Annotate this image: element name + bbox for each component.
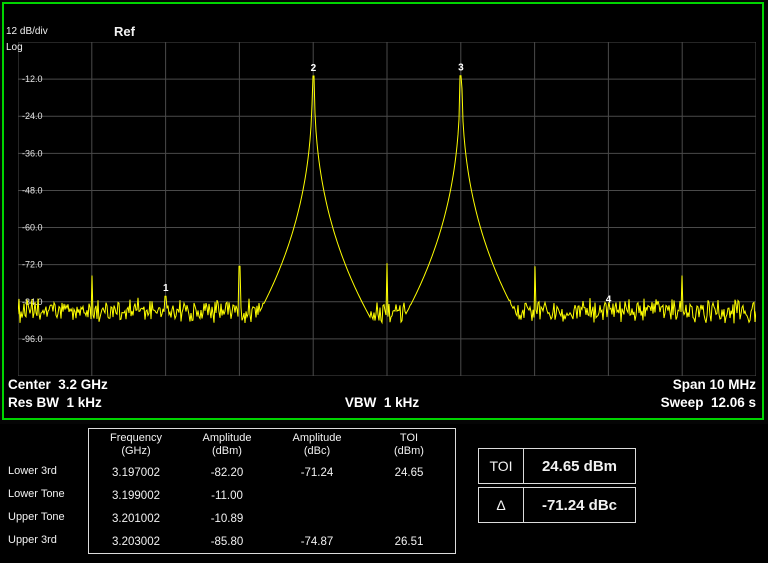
cell-upper-3rd-toi: 26.51 — [363, 530, 455, 553]
col-header-toi-name: TOI — [400, 432, 418, 445]
marker-label-1: 1 — [163, 283, 169, 294]
footer-row-2: Res BW 1 kHz VBW 1 kHz Sweep 12.06 s — [8, 395, 756, 410]
cell-upper-tone-toi — [363, 507, 455, 530]
vbw-label: VBW 1 kHz — [257, 395, 506, 410]
y-axis-tick-label: -36.0 — [22, 148, 43, 158]
cell-lower-3rd-toi: 24.65 — [363, 461, 455, 484]
col-header-amplitude-dbm: Amplitude (dBm) — [183, 429, 271, 461]
cell-lower-tone-toi — [363, 484, 455, 507]
marker-label-2: 2 — [311, 63, 317, 74]
measurement-results: Lower 3rd Lower Tone Upper Tone Upper 3r… — [0, 424, 768, 563]
analyzer-screen: -12.0-24.0-36.0-48.0-60.0-72.0-84.0-96.0… — [0, 0, 768, 563]
plot-area: -12.0-24.0-36.0-48.0-60.0-72.0-84.0-96.0… — [18, 42, 756, 376]
col-header-frequency-name: Frequency — [110, 432, 162, 445]
toi-result-value: 24.65 dBm — [524, 449, 635, 483]
cell-lower-tone-amp-dbm: -11.00 — [183, 484, 271, 507]
cell-lower-tone-freq: 3.199002 — [89, 484, 183, 507]
col-header-amplitude-dbm-name: Amplitude — [203, 432, 252, 445]
scale-label: 12 dB/div — [6, 26, 48, 37]
cell-lower-3rd-amp-dbc: -71.24 — [271, 461, 363, 484]
col-header-amplitude-dbc: Amplitude (dBc) — [271, 429, 363, 461]
delta-result-label: Δ — [479, 488, 524, 522]
sweep-time-label: Sweep 12.06 s — [507, 395, 756, 410]
cell-upper-3rd-amp-dbc: -74.87 — [271, 530, 363, 553]
col-header-frequency-unit: (GHz) — [121, 445, 150, 458]
cell-upper-3rd-amp-dbm: -85.80 — [183, 530, 271, 553]
y-axis-tick-label: -60.0 — [22, 223, 43, 233]
toi-result-label: TOI — [479, 449, 524, 483]
col-header-amplitude-dbc-name: Amplitude — [293, 432, 342, 445]
footer-row-1: Center 3.2 GHz Span 10 MHz — [8, 377, 756, 392]
res-bw-label: Res BW 1 kHz — [8, 395, 257, 410]
row-label-upper-tone: Upper Tone — [8, 506, 86, 529]
cell-lower-3rd-freq: 3.197002 — [89, 461, 183, 484]
y-axis-tick-label: -48.0 — [22, 185, 43, 195]
spectrum-plot: -12.0-24.0-36.0-48.0-60.0-72.0-84.0-96.0… — [18, 42, 756, 376]
marker-label-4: 4 — [606, 294, 612, 305]
cell-upper-tone-amp-dbm: -10.89 — [183, 507, 271, 530]
col-header-toi: TOI (dBm) — [363, 429, 455, 461]
spectrum-panel: -12.0-24.0-36.0-48.0-60.0-72.0-84.0-96.0… — [2, 2, 764, 420]
cell-lower-3rd-amp-dbm: -82.20 — [183, 461, 271, 484]
toi-result-box: TOI 24.65 dBm — [478, 448, 636, 484]
log-mode-label: Log — [6, 42, 23, 53]
center-frequency-label: Center 3.2 GHz — [8, 377, 382, 392]
col-header-amplitude-dbc-unit: (dBc) — [304, 445, 330, 458]
delta-result-box: Δ -71.24 dBc — [478, 487, 636, 523]
row-label-lower-3rd: Lower 3rd — [8, 460, 86, 483]
row-label-upper-3rd: Upper 3rd — [8, 529, 86, 552]
ref-level-label: Ref — [114, 24, 135, 39]
y-axis-tick-label: -12.0 — [22, 74, 43, 84]
col-header-toi-unit: (dBm) — [394, 445, 424, 458]
span-label: Span 10 MHz — [382, 377, 756, 392]
marker-label-3: 3 — [458, 63, 464, 74]
delta-result-value: -71.24 dBc — [524, 488, 635, 522]
col-header-frequency: Frequency (GHz) — [89, 429, 183, 461]
y-axis-tick-label: -72.0 — [22, 260, 43, 270]
col-header-amplitude-dbm-unit: (dBm) — [212, 445, 242, 458]
cell-upper-3rd-freq: 3.203002 — [89, 530, 183, 553]
summary-result-boxes: TOI 24.65 dBm Δ -71.24 dBc — [478, 448, 636, 526]
y-axis-tick-label: -96.0 — [22, 334, 43, 344]
cell-upper-tone-freq: 3.201002 — [89, 507, 183, 530]
y-axis-tick-label: -24.0 — [22, 111, 43, 121]
results-table: Frequency (GHz) Amplitude (dBm) Amplitud… — [88, 428, 456, 554]
row-label-lower-tone: Lower Tone — [8, 483, 86, 506]
cell-upper-tone-amp-dbc — [271, 507, 363, 530]
cell-lower-tone-amp-dbc — [271, 484, 363, 507]
